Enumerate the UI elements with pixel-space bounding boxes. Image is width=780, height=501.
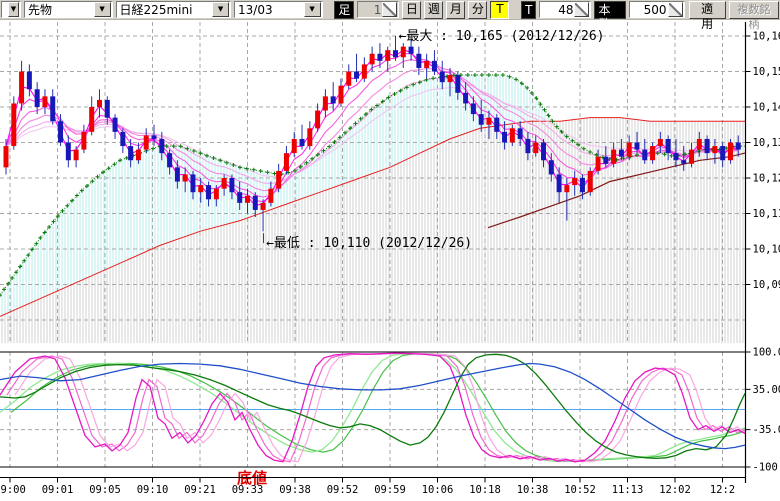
svg-text:10,125: 10,125: [753, 173, 780, 185]
period-tick-button[interactable]: T: [490, 1, 509, 19]
svg-text:09:52: 09:52: [327, 484, 359, 496]
svg-text:10,095: 10,095: [753, 279, 780, 291]
bar-count-stepper: [629, 1, 685, 18]
multi-symbol-button[interactable]: 複数銘柄: [729, 1, 779, 19]
blank-combo[interactable]: ▼: [1, 1, 21, 18]
svg-text:←最大 : 10,165 (2012/12/26): ←最大 : 10,165 (2012/12/26): [399, 29, 605, 44]
svg-text:09:05: 09:05: [89, 484, 121, 496]
period-day-button[interactable]: 日: [402, 1, 421, 19]
spinner-icon[interactable]: [668, 2, 683, 17]
tick-count-input[interactable]: [540, 3, 574, 17]
svg-text:10:06: 10:06: [422, 484, 454, 496]
interval-input[interactable]: [358, 3, 382, 17]
svg-text:10,115: 10,115: [753, 208, 780, 220]
svg-text:09:38: 09:38: [279, 484, 311, 496]
svg-text:09:33: 09:33: [232, 484, 264, 496]
dropdown-arrow-icon[interactable]: ▼: [8, 2, 19, 17]
svg-text:10,165: 10,165: [753, 31, 780, 43]
svg-text:09:21: 09:21: [184, 484, 216, 496]
svg-text:←最低 : 10,110 (2012/12/26): ←最低 : 10,110 (2012/12/26): [266, 236, 472, 251]
spinner-icon[interactable]: [574, 2, 589, 17]
period-month-button[interactable]: 月: [446, 1, 465, 19]
tick-count-stepper: [539, 1, 591, 18]
period-minute-button[interactable]: 分: [468, 1, 487, 19]
svg-text:12:2: 12:2: [710, 484, 735, 496]
interval-stepper: [357, 1, 399, 18]
svg-text:11:13: 11:13: [612, 484, 644, 496]
svg-text:12:02: 12:02: [659, 484, 691, 496]
symbol-combo-value: 日経225mini: [117, 1, 212, 18]
svg-text:10:38: 10:38: [517, 484, 549, 496]
svg-text:10,105: 10,105: [753, 244, 780, 256]
contract-combo-value: 13/03: [235, 3, 304, 17]
dropdown-arrow-icon[interactable]: ▼: [304, 2, 321, 17]
dropdown-arrow-icon[interactable]: ▼: [212, 2, 229, 17]
svg-text:09:59: 09:59: [374, 484, 406, 496]
svg-text:-100.00: -100.00: [753, 462, 780, 474]
symbol-combo[interactable]: 日経225mini ▼: [116, 1, 231, 18]
chart-window: ←最大 : 10,165 (2012/12/26) ←最低 : 10,110 (2…: [0, 0, 780, 501]
category-combo[interactable]: 先物 ▼: [24, 1, 113, 18]
ashi-label: 足: [334, 1, 354, 19]
svg-text:09:00: 09:00: [0, 484, 26, 496]
svg-text:09:01: 09:01: [42, 484, 74, 496]
svg-text:35.00: 35.00: [753, 384, 780, 396]
tick-label: T: [521, 1, 536, 19]
bar-count-label: 本数: [594, 1, 625, 19]
contract-combo[interactable]: 13/03 ▼: [234, 1, 323, 18]
svg-text:-35.00: -35.00: [753, 424, 780, 436]
svg-text:100.00: 100.00: [753, 347, 780, 359]
toolbar: ▼ 先物 ▼ 日経225mini ▼ 13/03 ▼ 足 日 週 月 分 T T: [0, 0, 780, 20]
svg-text:10,135: 10,135: [753, 137, 780, 149]
spinner-icon[interactable]: [382, 2, 397, 17]
bar-count-input[interactable]: [630, 3, 668, 17]
svg-text:09:10: 09:10: [137, 484, 169, 496]
svg-text:10:52: 10:52: [564, 484, 596, 496]
period-week-button[interactable]: 週: [424, 1, 443, 19]
category-combo-value: 先物: [25, 1, 94, 18]
chart-area[interactable]: ←最大 : 10,165 (2012/12/26) ←最低 : 10,110 (2…: [0, 0, 780, 501]
apply-button[interactable]: 適用: [689, 1, 726, 19]
svg-text:10,145: 10,145: [753, 102, 780, 114]
svg-text:10,155: 10,155: [753, 66, 780, 78]
svg-text:10:18: 10:18: [469, 484, 501, 496]
dropdown-arrow-icon[interactable]: ▼: [94, 2, 111, 17]
